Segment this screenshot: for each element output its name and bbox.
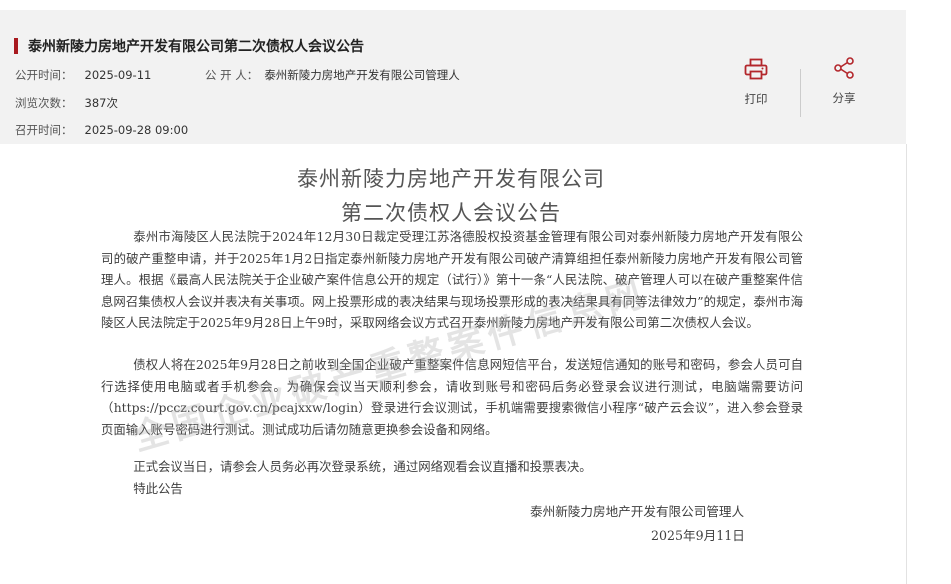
publisher-label: 公 开 人： [205,68,259,82]
page-title: 泰州新陵力房地产开发有限公司第二次债权人会议公告 [28,39,364,55]
paragraph-meeting-day: 正式会议当日，请参会人员务必再次登录系统，通过网络观看会议直播和投票表决。 [133,459,592,474]
paragraph-meeting-instructions: 债权人将在2025年9月28日之前收到全国企业破产重整案件信息网短信平台，发送短… [101,357,803,437]
view-count: 浏览次数： 387次 [15,95,118,111]
view-count-label: 浏览次数： [15,96,73,110]
document-title-line-2: 第二次债权人会议公告 [341,201,561,225]
print-label: 打印 [744,92,768,106]
notice-header: 泰州新陵力房地产开发有限公司第二次债权人会议公告 公开时间： 2025-09-11… [0,10,906,144]
meeting-time-value: 2025-09-28 09:00 [84,123,189,137]
signature: 泰州新陵力房地产开发有限公司管理人 [530,504,745,519]
sign-date: 2025年9月11日 [651,528,745,543]
publish-time: 公开时间： 2025-09-11 [15,67,151,83]
publish-time-label: 公开时间： [15,68,73,82]
view-count-value: 387次 [84,96,118,110]
printer-icon [744,58,768,80]
document-title-line-1: 泰州新陵力房地产开发有限公司 [297,167,605,191]
notice-body: 泰州新陵力房地产开发有限公司 第二次债权人会议公告 泰州市海陵区人民法院于202… [0,144,906,584]
paragraph-court-notice: 泰州市海陵区人民法院于2024年12月30日裁定受理江苏洛德股权投资基金管理有限… [101,229,803,330]
meeting-time: 召开时间： 2025-09-28 09:00 [15,122,188,138]
share-button[interactable]: 分享 [814,57,874,106]
publisher: 公 开 人： 泰州新陵力房地产开发有限公司管理人 [205,67,460,83]
meeting-time-label: 召开时间： [15,123,73,137]
publish-time-value: 2025-09-11 [84,68,152,82]
print-button[interactable]: 打印 [726,58,786,107]
action-divider [800,69,801,117]
content-border [906,144,907,584]
share-label: 分享 [832,91,856,105]
paragraph-closing: 特此公告 [133,481,183,496]
publisher-value: 泰州新陵力房地产开发有限公司管理人 [264,68,460,82]
share-icon [834,57,854,79]
title-accent-bar [14,38,18,54]
